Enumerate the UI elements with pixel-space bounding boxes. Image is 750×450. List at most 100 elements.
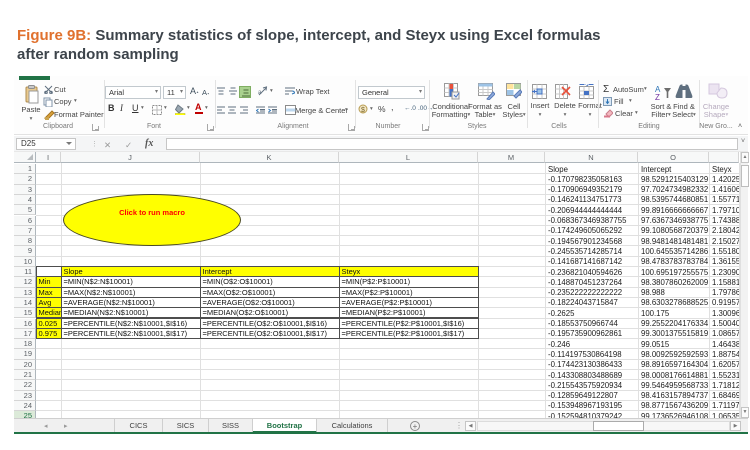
- cell-value[interactable]: -0.143308803488689: [548, 371, 638, 381]
- collapse-ribbon-icon[interactable]: ˄: [738, 123, 742, 130]
- column-header-K[interactable]: K: [200, 152, 339, 163]
- font-dialog-launcher-icon[interactable]: [207, 124, 214, 131]
- cell-value[interactable]: 2.18042: [712, 226, 739, 236]
- alignment-dialog-launcher-icon[interactable]: [348, 124, 355, 131]
- increase-indent-icon[interactable]: [268, 106, 277, 114]
- cell-value[interactable]: 1.79786: [712, 288, 739, 298]
- vertical-scrollbar[interactable]: ▲ ▼: [740, 152, 749, 418]
- cell-value[interactable]: 98.5395744680851: [641, 195, 709, 205]
- cell-value[interactable]: 99.1080568720379: [641, 226, 709, 236]
- find-select-button[interactable]: Find & Select▾: [667, 102, 701, 120]
- sheet-tab-bootstrap[interactable]: Bootstrap: [253, 419, 317, 433]
- scroll-down-icon[interactable]: ▼: [741, 407, 749, 418]
- orientation-dropdown-icon[interactable]: ▾: [270, 88, 273, 94]
- cell-value[interactable]: 97.7024734982332: [641, 185, 709, 195]
- row-header-13[interactable]: 13: [14, 287, 36, 298]
- cell-value[interactable]: -0.194567901234568: [548, 237, 638, 247]
- clear-icon[interactable]: [603, 109, 613, 118]
- cell-value[interactable]: 1.71812: [712, 381, 739, 391]
- merge-center-button[interactable]: Merge & Center: [295, 106, 348, 115]
- italic-button[interactable]: I: [120, 103, 123, 113]
- cell-value[interactable]: 100.645535714286: [641, 247, 709, 257]
- row-header-17[interactable]: 17: [14, 328, 36, 340]
- row-header-6[interactable]: 6: [14, 215, 36, 226]
- hscroll-left-icon[interactable]: ◀: [465, 421, 476, 431]
- autosum-dropdown-icon[interactable]: ▾: [644, 86, 647, 92]
- cell-value[interactable]: -0.215543575920934: [548, 381, 638, 391]
- wrap-text-button[interactable]: Wrap Text: [296, 87, 330, 96]
- sheet-tab-sics[interactable]: SICS: [163, 419, 209, 433]
- cell-value[interactable]: 97.6367346938775: [641, 216, 709, 226]
- column-header-I[interactable]: I: [36, 152, 61, 163]
- cut-button[interactable]: Cut: [54, 85, 66, 94]
- horizontal-scrollbar-thumb[interactable]: [593, 421, 644, 431]
- fill-color-icon[interactable]: [175, 104, 186, 115]
- cell-value[interactable]: 98.3807860262009: [641, 278, 709, 288]
- cell-styles-icon[interactable]: [506, 83, 522, 100]
- fill-dropdown-icon[interactable]: ▾: [629, 98, 632, 104]
- macro-button[interactable]: Click to run macro: [63, 194, 241, 246]
- fill-color-dropdown-icon[interactable]: ▾: [187, 105, 190, 111]
- cell-value[interactable]: 99.3001375515819: [641, 329, 709, 339]
- cell-value[interactable]: 1.55231: [712, 371, 739, 381]
- cell-value[interactable]: -0.18224043715847: [548, 298, 638, 308]
- copy-icon[interactable]: [43, 97, 53, 107]
- format-painter-button[interactable]: Format Painter: [54, 110, 104, 119]
- number-format-dropdown-icon[interactable]: ▾: [419, 87, 422, 98]
- enter-icon[interactable]: ✓: [125, 140, 132, 151]
- row-header-24[interactable]: 24: [14, 400, 36, 412]
- row-header-12[interactable]: 12: [14, 277, 36, 288]
- name-box-dropdown-icon[interactable]: [66, 142, 72, 145]
- wrap-text-icon[interactable]: [285, 86, 295, 96]
- format-as-table-icon[interactable]: [478, 83, 495, 100]
- row-header-5[interactable]: 5: [14, 205, 36, 216]
- cell-value[interactable]: -0.170798235058163: [548, 175, 638, 185]
- align-center-icon[interactable]: [228, 106, 236, 114]
- column-header-L[interactable]: L: [339, 152, 478, 163]
- increase-decimal-icon[interactable]: ←.0: [404, 105, 416, 112]
- underline-button[interactable]: U: [132, 103, 139, 113]
- cell-value[interactable]: -0.195735900962861: [548, 329, 638, 339]
- row-header-16[interactable]: 16: [14, 318, 36, 329]
- hscroll-right-icon[interactable]: ▶: [730, 421, 741, 431]
- row-header-18[interactable]: 18: [14, 339, 36, 350]
- row-header-21[interactable]: 21: [14, 370, 36, 381]
- cell-value[interactable]: 1.36155: [712, 257, 739, 267]
- cell-value[interactable]: -0.0683673469387755: [548, 216, 638, 226]
- font-name-combo[interactable]: Arial ▾: [105, 86, 161, 99]
- cell-value[interactable]: -0.153948967193195: [548, 401, 638, 411]
- row-header-7[interactable]: 7: [14, 225, 36, 237]
- row-header-4[interactable]: 4: [14, 194, 36, 206]
- find-select-dropdown-icon[interactable]: ▾: [693, 112, 696, 118]
- cell-value[interactable]: -0.18553750966744: [548, 319, 638, 329]
- row-header-3[interactable]: 3: [14, 184, 36, 195]
- summary-formula-cell[interactable]: =PERCENTILE(O$2:O$10001,$I$17): [200, 327, 340, 340]
- column-header-N[interactable]: N: [545, 152, 638, 163]
- cell-value[interactable]: -0.236821040594626: [548, 268, 638, 278]
- align-right-icon[interactable]: [240, 106, 248, 114]
- align-left-icon[interactable]: [217, 106, 225, 114]
- cell-value[interactable]: 98.0092592592593: [641, 350, 709, 360]
- clipboard-dialog-launcher-icon[interactable]: [92, 124, 99, 131]
- row-header-2[interactable]: 2: [14, 174, 36, 185]
- fill-button[interactable]: Fill: [614, 97, 624, 106]
- top-align-icon[interactable]: [217, 87, 225, 95]
- summary-formula-cell[interactable]: =PERCENTILE(P$2:P$10001,$I$17): [339, 327, 479, 340]
- column-header-J[interactable]: J: [61, 152, 200, 163]
- cell-value[interactable]: 1.08657: [712, 329, 739, 339]
- formula-input[interactable]: [166, 138, 738, 150]
- cell-value[interactable]: 98.6303278688525: [641, 298, 709, 308]
- cell-value[interactable]: -0.245535714285714: [548, 247, 638, 257]
- row-header-25[interactable]: 25: [14, 411, 36, 418]
- percent-style-button[interactable]: %: [378, 104, 386, 114]
- cell-value[interactable]: -0.206944444444444: [548, 206, 638, 216]
- select-all-corner[interactable]: [14, 152, 36, 163]
- cell-data-header[interactable]: Intercept: [641, 165, 709, 175]
- sheet-tab-siss[interactable]: SISS: [209, 419, 253, 433]
- cell-value[interactable]: -0.235222222222222: [548, 288, 638, 298]
- insert-cells-icon[interactable]: [532, 84, 547, 99]
- paste-dropdown-icon[interactable]: ▾: [30, 116, 33, 122]
- cell-value[interactable]: 1.88754: [712, 350, 739, 360]
- column-header-M[interactable]: M: [478, 152, 545, 163]
- cell-value[interactable]: 1.42025: [712, 175, 739, 185]
